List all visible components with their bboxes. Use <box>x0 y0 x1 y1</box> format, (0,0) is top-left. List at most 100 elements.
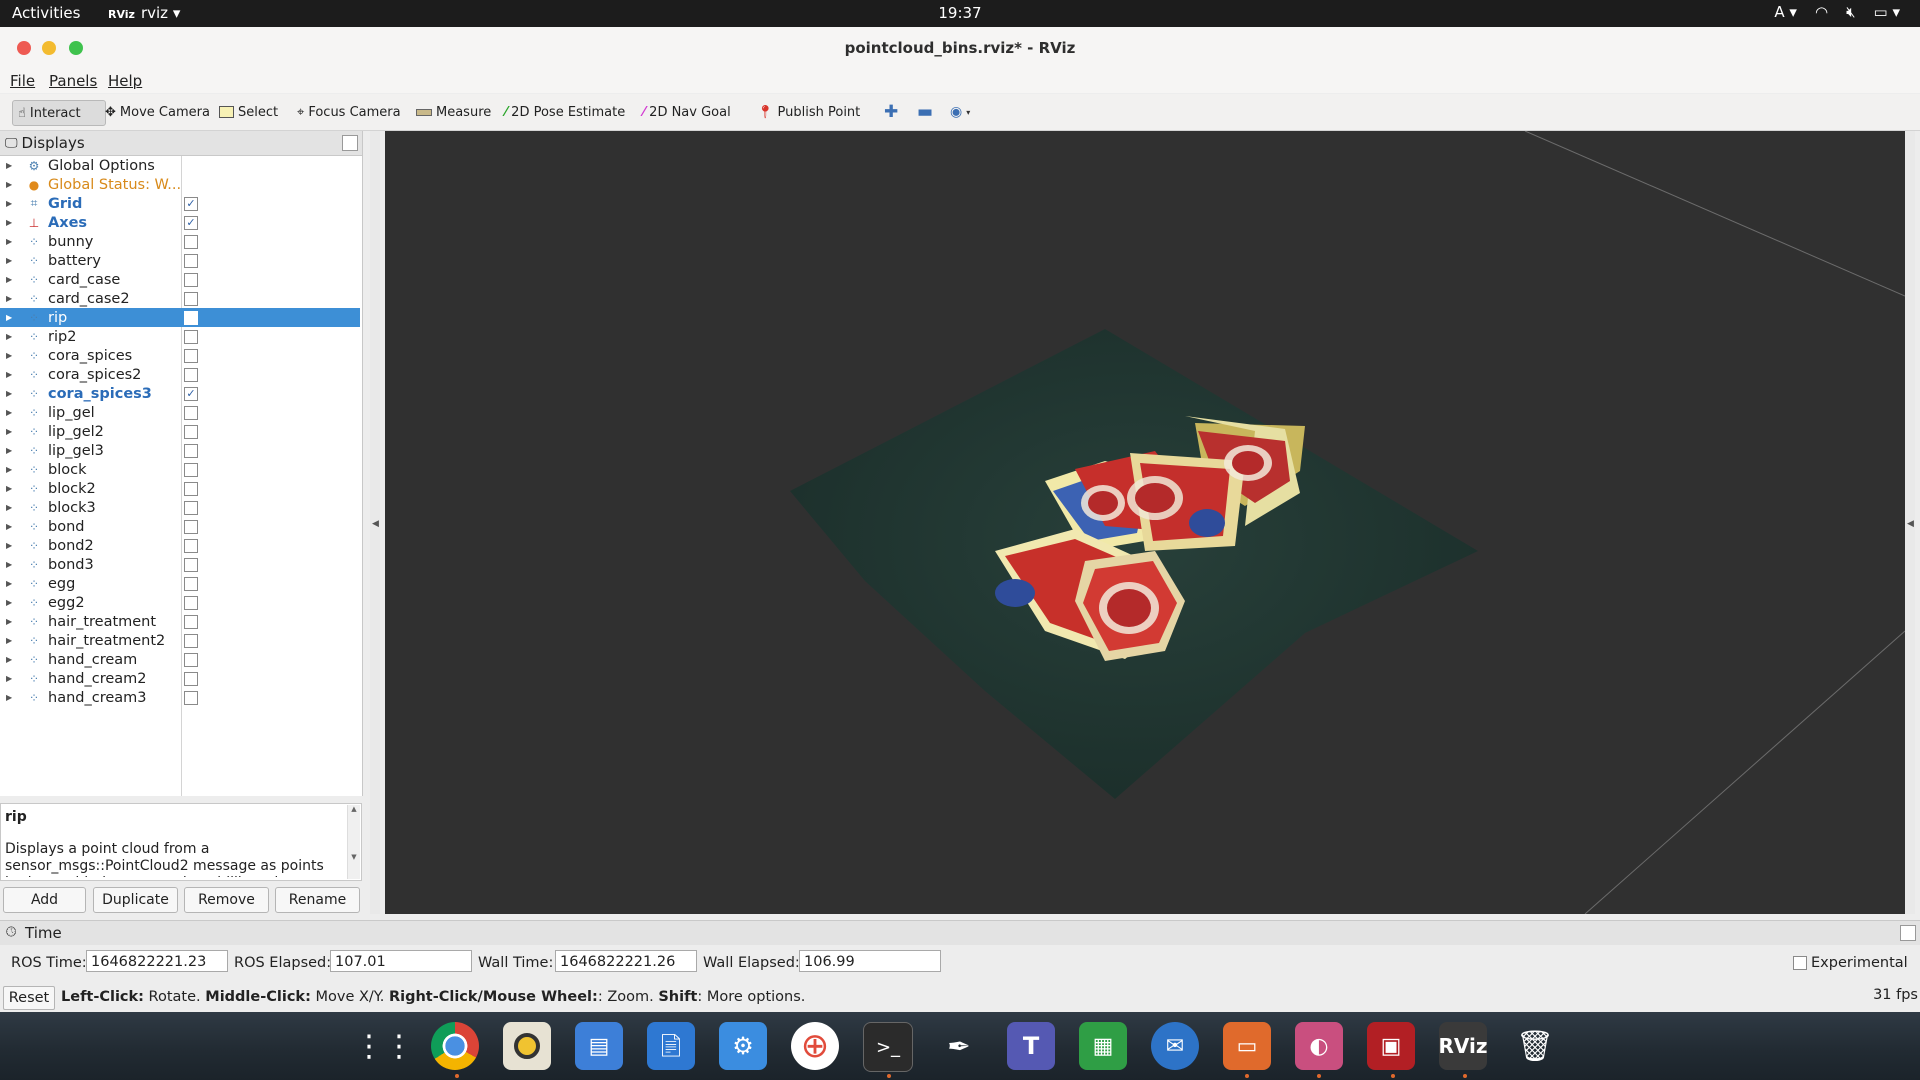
expand-arrow-icon[interactable]: ▶ <box>6 199 18 208</box>
display-row[interactable]: ▶ ⁘ rip2 <box>0 327 360 346</box>
display-row[interactable]: ▶ ⁘ hand_cream3 <box>0 688 360 707</box>
trash-icon[interactable]: 🗑︎ <box>1511 1022 1559 1070</box>
expand-arrow-icon[interactable]: ▶ <box>6 332 18 341</box>
display-row[interactable]: ▶ ⁘ hair_treatment2 <box>0 631 360 650</box>
inkscape-icon[interactable]: ✒ <box>935 1022 983 1070</box>
display-row[interactable]: ▶ ⁘ rip <box>0 308 360 327</box>
display-enabled-checkbox[interactable] <box>184 652 198 667</box>
display-row[interactable]: ▶ ⁘ bond2 <box>0 536 360 555</box>
terminal-icon[interactable]: >_ <box>863 1022 913 1072</box>
app-menu[interactable]: RViz rviz ▾ <box>108 4 180 22</box>
display-row[interactable]: ▶ ⁘ egg2 <box>0 593 360 612</box>
expand-arrow-icon[interactable]: ▶ <box>6 617 18 626</box>
expand-arrow-icon[interactable]: ▶ <box>6 351 18 360</box>
rename-display-button[interactable]: Rename <box>275 887 360 913</box>
expand-arrow-icon[interactable]: ▶ <box>6 655 18 664</box>
display-row[interactable]: ▶ ⁘ cora_spices <box>0 346 360 365</box>
display-row[interactable]: ▶ ⊥ Axes ✓ <box>0 213 360 232</box>
display-row[interactable]: ▶ ⁘ egg <box>0 574 360 593</box>
display-row[interactable]: ▶ ⁘ hand_cream <box>0 650 360 669</box>
expand-arrow-icon[interactable]: ▶ <box>6 693 18 702</box>
expand-arrow-icon[interactable]: ▶ <box>6 541 18 550</box>
select-tool-button[interactable]: Select <box>214 100 283 124</box>
system-tray[interactable]: A ▾ ◠ 🔇︎ ▭ ▾ <box>1774 3 1900 21</box>
measure-tool-button[interactable]: Measure <box>411 100 496 124</box>
input-method-indicator[interactable]: A ▾ <box>1774 3 1797 21</box>
display-row[interactable]: ▶ ⁘ card_case <box>0 270 360 289</box>
remove-display-button[interactable]: Remove <box>184 887 269 913</box>
writer-icon[interactable]: 📄︎ <box>647 1022 695 1070</box>
calc-icon[interactable]: ▦ <box>1079 1022 1127 1070</box>
expand-arrow-icon[interactable]: ▶ <box>6 237 18 246</box>
undock-panel-button[interactable] <box>342 135 358 151</box>
wall-elapsed-field[interactable]: 106.99 <box>799 950 941 972</box>
teams-icon[interactable]: T <box>1007 1022 1055 1070</box>
ros-elapsed-field[interactable]: 107.01 <box>330 950 472 972</box>
display-enabled-checkbox[interactable]: ✓ <box>184 196 198 211</box>
image-viewer-icon[interactable]: ◐ <box>1295 1022 1343 1070</box>
expand-arrow-icon[interactable]: ▶ <box>6 275 18 284</box>
chrome-icon[interactable] <box>431 1022 479 1070</box>
experimental-checkbox[interactable] <box>1793 956 1807 970</box>
display-row[interactable]: ▶ ⁘ bond <box>0 517 360 536</box>
expand-arrow-icon[interactable]: ▶ <box>6 408 18 417</box>
display-enabled-checkbox[interactable] <box>184 690 198 705</box>
display-enabled-checkbox[interactable] <box>184 614 198 629</box>
display-enabled-checkbox[interactable] <box>184 310 198 325</box>
display-row[interactable]: ▶ ⁘ lip_gel2 <box>0 422 360 441</box>
duplicate-display-button[interactable]: Duplicate <box>93 887 178 913</box>
volume-muted-icon[interactable]: 🔇︎ <box>1846 3 1855 21</box>
display-row[interactable]: ▶ ⁘ card_case2 <box>0 289 360 308</box>
3d-render-viewport[interactable] <box>385 131 1905 914</box>
display-enabled-checkbox[interactable] <box>184 253 198 268</box>
interact-tool-button[interactable]: ☝ Interact <box>12 100 106 126</box>
display-row[interactable]: ▶ ⁘ battery <box>0 251 360 270</box>
display-enabled-checkbox[interactable] <box>184 633 198 648</box>
expand-arrow-icon[interactable]: ▶ <box>6 484 18 493</box>
help-icon[interactable]: ⊕ <box>791 1022 839 1070</box>
display-row[interactable]: ▶ ⁘ cora_spices3 ✓ <box>0 384 360 403</box>
focus-camera-tool-button[interactable]: ⌖ Focus Camera <box>292 100 406 124</box>
display-enabled-checkbox[interactable] <box>184 329 198 344</box>
display-row[interactable]: ▶ ⁘ lip_gel3 <box>0 441 360 460</box>
display-row[interactable]: ▶ ⚙ Global Options <box>0 156 360 175</box>
rhythmbox-icon[interactable] <box>503 1022 551 1070</box>
display-row[interactable]: ▶ ⁘ bunny <box>0 232 360 251</box>
display-enabled-checkbox[interactable] <box>184 443 198 458</box>
remove-tool-button[interactable]: ▬ <box>912 100 938 124</box>
display-row[interactable]: ▶ ⁘ block2 <box>0 479 360 498</box>
expand-arrow-icon[interactable]: ▶ <box>6 560 18 569</box>
activities-button[interactable]: Activities <box>12 4 80 22</box>
expand-arrow-icon[interactable]: ▶ <box>6 579 18 588</box>
expand-arrow-icon[interactable]: ▶ <box>6 522 18 531</box>
expand-arrow-icon[interactable]: ▶ <box>6 598 18 607</box>
display-enabled-checkbox[interactable] <box>184 671 198 686</box>
expand-arrow-icon[interactable]: ▶ <box>6 389 18 398</box>
display-row[interactable]: ▶ ⁘ lip_gel <box>0 403 360 422</box>
display-enabled-checkbox[interactable] <box>184 538 198 553</box>
expand-arrow-icon[interactable]: ▶ <box>6 180 18 189</box>
display-enabled-checkbox[interactable]: ✓ <box>184 386 198 401</box>
expand-arrow-icon[interactable]: ▶ <box>6 313 18 322</box>
expand-arrow-icon[interactable]: ▶ <box>6 370 18 379</box>
wifi-icon[interactable]: ◠ <box>1815 3 1828 21</box>
expand-arrow-icon[interactable]: ▶ <box>6 294 18 303</box>
display-enabled-checkbox[interactable] <box>184 348 198 363</box>
publish-point-tool-button[interactable]: 📍︎ Publish Point <box>752 100 865 124</box>
display-enabled-checkbox[interactable] <box>184 481 198 496</box>
menu-file[interactable]: File <box>10 72 35 90</box>
undock-time-panel-button[interactable] <box>1900 925 1916 941</box>
2d-pose-estimate-tool-button[interactable]: ⁄ 2D Pose Estimate <box>500 100 630 124</box>
expand-arrow-icon[interactable]: ▶ <box>6 636 18 645</box>
expand-arrow-icon[interactable]: ▶ <box>6 218 18 227</box>
display-enabled-checkbox[interactable] <box>184 595 198 610</box>
expand-arrow-icon[interactable]: ▶ <box>6 674 18 683</box>
display-enabled-checkbox[interactable] <box>184 500 198 515</box>
expand-arrow-icon[interactable]: ▶ <box>6 465 18 474</box>
left-splitter-handle[interactable]: ◀ <box>370 131 380 914</box>
move-camera-tool-button[interactable]: ✥ Move Camera <box>100 100 215 124</box>
settings-icon[interactable]: ⚙ <box>719 1022 767 1070</box>
files-icon[interactable]: ▤ <box>575 1022 623 1070</box>
reset-button[interactable]: Reset <box>3 986 55 1010</box>
clock[interactable]: 19:37 <box>938 4 981 22</box>
